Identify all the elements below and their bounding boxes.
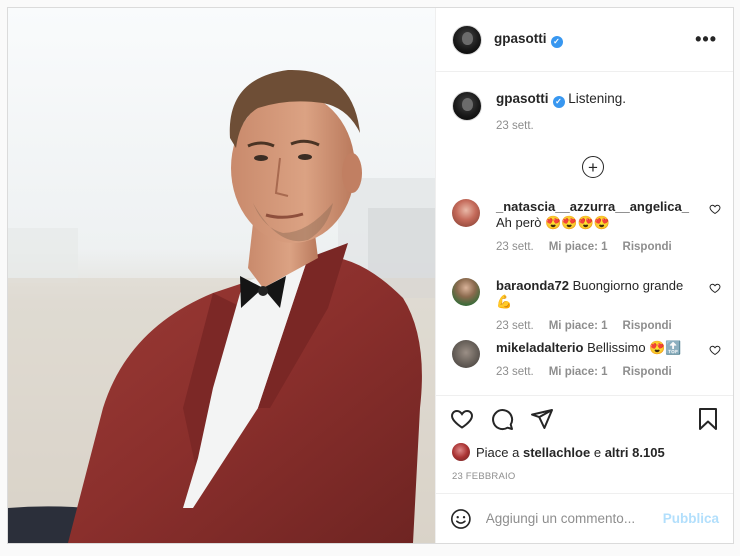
post-date[interactable]: 23 FEBBRAIO: [436, 463, 733, 493]
comment-like-heart-icon[interactable]: [709, 282, 721, 294]
bookmark-icon[interactable]: [697, 407, 719, 431]
comment-likes[interactable]: Mi piace: 1: [549, 320, 608, 332]
comment-meta: 23 sett. Mi piace: 1 Rispondi: [496, 320, 721, 332]
comment-reply-button[interactable]: Rispondi: [623, 320, 672, 332]
comment-composer: Pubblica: [436, 493, 733, 543]
comment-username[interactable]: baraonda72: [496, 278, 569, 293]
comment-text: Bellissimo 😍🔝: [587, 340, 682, 355]
emoji-icon[interactable]: [450, 507, 472, 531]
comment-likes[interactable]: Mi piace: 1: [549, 241, 608, 253]
likes-count-link[interactable]: altri 8.105: [605, 445, 665, 460]
comment-username[interactable]: _natascia__azzurra__angelica_: [496, 199, 689, 214]
comment-time[interactable]: 23 sett.: [496, 320, 534, 332]
commenter-avatar[interactable]: [452, 278, 480, 306]
post-actions-bar: [436, 395, 733, 441]
comment-meta: 23 sett. Mi piace: 1 Rispondi: [496, 241, 721, 253]
post-dialog: gpasotti ✓ ••• gpasotti ✓ Listening. 23 se…: [7, 7, 734, 544]
post-caption: gpasotti ✓ Listening. 23 sett.: [452, 86, 717, 132]
load-more-comments-icon[interactable]: +: [582, 156, 604, 178]
likes-connector: e: [593, 444, 602, 460]
comment-text: Ah però 😍😍😍😍: [496, 215, 610, 230]
verified-badge-icon: ✓: [550, 35, 563, 48]
comment-username[interactable]: mikeladalterio: [496, 340, 583, 355]
commenter-avatar[interactable]: [452, 340, 480, 368]
comment-input[interactable]: [485, 511, 663, 526]
post-photo[interactable]: [8, 8, 435, 543]
author-avatar[interactable]: [452, 24, 482, 55]
likes-summary: Piace a stellachloe e altri 8.105: [436, 441, 733, 463]
heart-icon[interactable]: [450, 407, 474, 431]
verified-badge-icon: ✓: [552, 96, 565, 108]
comment-likes[interactable]: Mi piace: 1: [549, 366, 608, 378]
comment-icon[interactable]: [490, 407, 514, 431]
comment-time[interactable]: 23 sett.: [496, 366, 534, 378]
comments-section: gpasotti ✓ Listening. 23 sett. + _natasci…: [436, 72, 733, 395]
post-side-panel: gpasotti ✓ ••• gpasotti ✓ Listening. 23 se…: [435, 8, 733, 543]
caption-username[interactable]: gpasotti: [496, 91, 549, 106]
publish-button[interactable]: Pubblica: [663, 511, 719, 526]
liker-avatar[interactable]: [452, 443, 470, 461]
portrait-illustration: [8, 8, 435, 543]
comment-item: mikeladalterio Bellissimo 😍🔝 23 sett. Mi…: [452, 340, 721, 378]
caption-text: Listening.: [568, 91, 627, 106]
comment-like-heart-icon[interactable]: [709, 344, 721, 356]
more-options-icon[interactable]: •••: [695, 29, 717, 50]
caption-time[interactable]: 23 sett.: [496, 120, 626, 132]
author-username[interactable]: gpasotti ✓: [494, 31, 563, 48]
comment-like-heart-icon[interactable]: [709, 203, 721, 215]
comment-item: baraonda72 Buongiorno grande💪 23 sett. M…: [452, 278, 721, 332]
share-icon[interactable]: [530, 407, 554, 431]
commenter-avatar[interactable]: [452, 199, 480, 227]
likes-prefix: Piace a: [476, 444, 520, 460]
post-header: gpasotti ✓ •••: [436, 8, 733, 72]
comment-time[interactable]: 23 sett.: [496, 241, 534, 253]
comment-item: _natascia__azzurra__angelica_ Ah però 😍😍…: [452, 199, 721, 253]
comment-meta: 23 sett. Mi piace: 1 Rispondi: [496, 366, 721, 378]
comment-reply-button[interactable]: Rispondi: [623, 241, 672, 253]
liker-username[interactable]: stellachloe: [523, 445, 590, 460]
comment-reply-button[interactable]: Rispondi: [623, 366, 672, 378]
caption-avatar[interactable]: [452, 91, 482, 121]
